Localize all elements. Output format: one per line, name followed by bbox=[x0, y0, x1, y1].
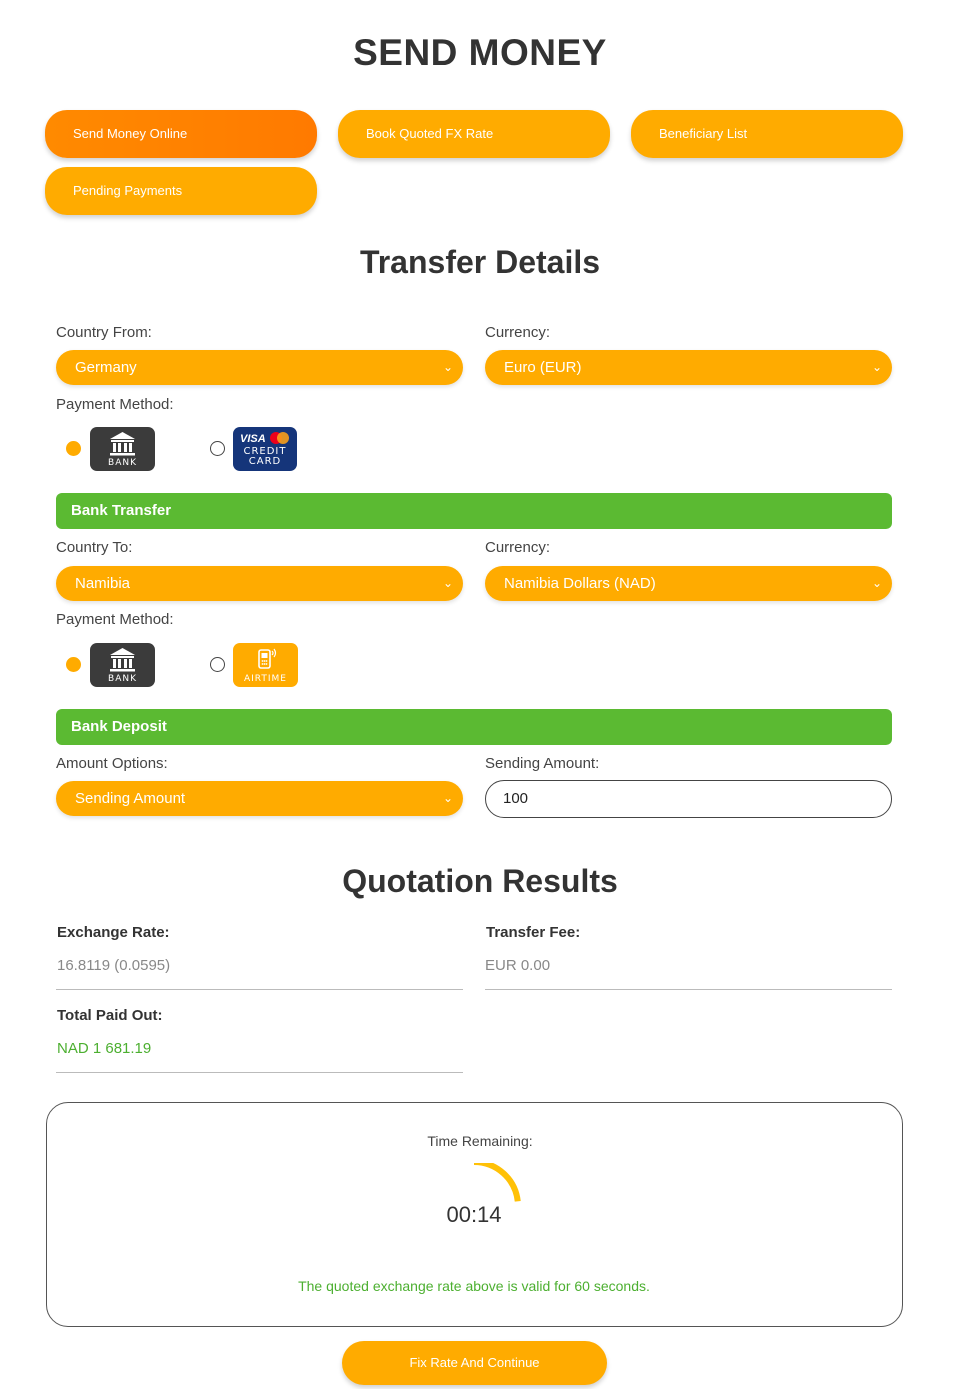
exchange-rate-value: 16.8119 (0.0595) bbox=[57, 957, 171, 974]
currency-from-value: Euro (EUR) bbox=[504, 359, 582, 376]
country-from-select[interactable]: Germany ⌄ bbox=[56, 350, 463, 385]
sending-amount-input[interactable]: 100 bbox=[485, 780, 892, 818]
fix-rate-continue-button[interactable]: Fix Rate And Continue bbox=[342, 1341, 607, 1385]
payment-from-card-radio[interactable] bbox=[210, 441, 225, 456]
countdown-arc bbox=[473, 1163, 521, 1202]
payment-to-bank-radio[interactable] bbox=[66, 657, 81, 672]
airtime-caption: AIRTIME bbox=[243, 674, 287, 684]
bank-caption: BANK bbox=[108, 674, 137, 684]
credit-card-caption: CREDIT CARD bbox=[243, 446, 287, 467]
country-to-value: Namibia bbox=[75, 575, 131, 592]
nav-beneficiary-list-button[interactable]: Beneficiary List bbox=[631, 110, 903, 158]
chevron-down-icon: ⌄ bbox=[442, 576, 453, 590]
exchange-rate-label: Exchange Rate: bbox=[57, 924, 170, 941]
country-from-label: Country From: bbox=[56, 324, 152, 341]
amount-options-label: Amount Options: bbox=[56, 755, 168, 772]
divider bbox=[56, 989, 463, 990]
payment-method-to-label: Payment Method: bbox=[56, 611, 174, 628]
bank-icon bbox=[110, 432, 135, 456]
page-title: SEND MONEY bbox=[353, 32, 607, 73]
payment-from-bank-radio[interactable] bbox=[66, 441, 81, 456]
rate-validity-note: The quoted exchange rate above is valid … bbox=[298, 1278, 650, 1294]
total-paid-out-label: Total Paid Out: bbox=[57, 1007, 163, 1024]
nav-pending-payments-button[interactable]: Pending Payments bbox=[45, 167, 317, 215]
visa-icon: VISA bbox=[240, 433, 266, 445]
chevron-down-icon: ⌄ bbox=[871, 576, 882, 590]
payment-to-bank-option[interactable]: BANK bbox=[90, 643, 155, 687]
total-paid-out-value: NAD 1 681.19 bbox=[57, 1040, 152, 1057]
payment-from-credit-card-option[interactable]: VISA CREDIT CARD bbox=[233, 427, 297, 471]
bank-transfer-bar: Bank Transfer bbox=[56, 493, 892, 529]
payment-method-from-label: Payment Method: bbox=[56, 396, 174, 413]
quotation-results-title: Quotation Results bbox=[342, 863, 618, 899]
currency-to-label: Currency: bbox=[485, 539, 551, 556]
amount-options-select[interactable]: Sending Amount ⌄ bbox=[56, 781, 463, 816]
time-remaining-label: Time Remaining: bbox=[427, 1133, 533, 1149]
bank-icon bbox=[110, 648, 135, 672]
country-to-select[interactable]: Namibia ⌄ bbox=[56, 566, 463, 601]
transfer-fee-label: Transfer Fee: bbox=[486, 924, 581, 941]
country-from-value: Germany bbox=[75, 359, 137, 376]
sending-amount-label: Sending Amount: bbox=[485, 755, 600, 772]
currency-from-select[interactable]: Euro (EUR) ⌄ bbox=[485, 350, 892, 385]
transfer-fee-value: EUR 0.00 bbox=[485, 957, 551, 974]
currency-to-select[interactable]: Namibia Dollars (NAD) ⌄ bbox=[485, 566, 892, 601]
country-to-label: Country To: bbox=[56, 539, 133, 556]
currency-from-label: Currency: bbox=[485, 324, 551, 341]
nav-send-money-online-button[interactable]: Send Money Online bbox=[45, 110, 317, 158]
payment-to-airtime-radio[interactable] bbox=[210, 657, 225, 672]
bank-caption: BANK bbox=[108, 458, 137, 468]
payment-to-airtime-option[interactable]: AIRTIME bbox=[233, 643, 298, 687]
currency-to-value: Namibia Dollars (NAD) bbox=[504, 575, 656, 592]
chevron-down-icon: ⌄ bbox=[871, 360, 882, 374]
payment-from-bank-option[interactable]: BANK bbox=[90, 427, 155, 471]
transfer-details-title: Transfer Details bbox=[359, 244, 601, 280]
mobile-phone-icon bbox=[258, 648, 277, 669]
nav-book-quoted-fx-rate-button[interactable]: Book Quoted FX Rate bbox=[338, 110, 610, 158]
mastercard-icon bbox=[270, 432, 289, 444]
divider bbox=[56, 1072, 463, 1073]
divider bbox=[485, 989, 892, 990]
chevron-down-icon: ⌄ bbox=[442, 791, 453, 805]
amount-options-value: Sending Amount bbox=[75, 790, 186, 807]
time-remaining-value: 00:14 bbox=[446, 1202, 502, 1227]
bank-deposit-bar: Bank Deposit bbox=[56, 709, 892, 745]
chevron-down-icon: ⌄ bbox=[442, 360, 453, 374]
